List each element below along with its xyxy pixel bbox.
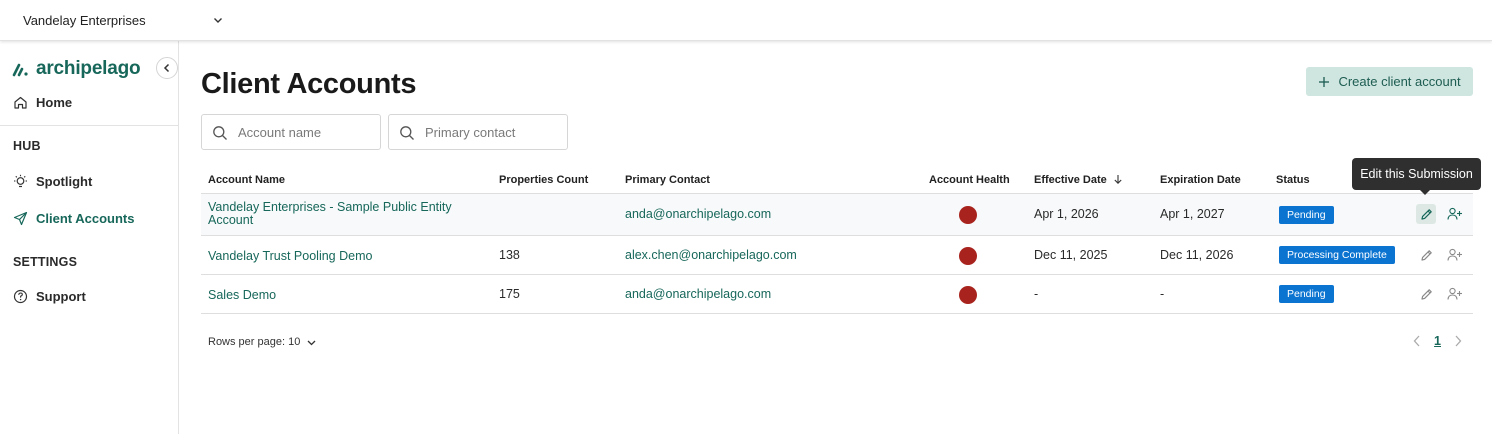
table-row[interactable]: Vandelay Trust Pooling Demo 138 alex.che…	[201, 236, 1473, 275]
add-user-icon	[1447, 207, 1462, 220]
add-user-icon	[1447, 287, 1462, 300]
primary-contact-search	[388, 114, 568, 150]
chevron-left-icon[interactable]	[1412, 334, 1422, 348]
column-header-account-health[interactable]: Account Health	[929, 174, 1010, 186]
column-header-status[interactable]: Status	[1276, 174, 1310, 186]
chevron-left-icon	[163, 63, 170, 73]
effective-date: -	[1034, 287, 1039, 301]
collapse-sidebar-button[interactable]	[156, 57, 178, 79]
edit-submission-button[interactable]	[1416, 245, 1436, 265]
sidebar-section-hub: HUB	[13, 139, 41, 153]
expiration-date: -	[1160, 287, 1165, 301]
send-icon	[13, 211, 28, 226]
account-name-link[interactable]: Vandelay Enterprises - Sample Public Ent…	[208, 201, 452, 227]
rows-per-page-label: Rows per page: 10	[208, 336, 301, 348]
organization-name: Vandelay Enterprises	[23, 12, 146, 28]
sidebar-divider	[0, 125, 178, 126]
table-header: Account Name Properties Count Primary Co…	[201, 166, 1473, 194]
expiration-date: Apr 1, 2027	[1160, 207, 1225, 221]
pencil-icon	[1420, 288, 1432, 300]
archipelago-logo[interactable]: archipelago	[12, 58, 141, 80]
pencil-icon	[1420, 249, 1432, 261]
sidebar-item-label: Support	[36, 289, 86, 304]
pencil-icon	[1420, 208, 1432, 220]
account-health-indicator	[959, 286, 977, 304]
add-user-button[interactable]	[1445, 245, 1465, 265]
sidebar: archipelago Home HUB Spotlight Client Ac	[0, 41, 179, 434]
create-button-label: Create client account	[1338, 74, 1461, 89]
account-name-input[interactable]	[238, 124, 380, 140]
column-header-effective-date[interactable]: Effective Date	[1034, 174, 1123, 186]
sidebar-item-label: Spotlight	[36, 174, 93, 189]
sidebar-item-support[interactable]: Support	[13, 289, 86, 304]
status-badge: Pending	[1279, 285, 1334, 303]
column-header-label: Effective Date	[1034, 174, 1107, 186]
main-content: Client Accounts Create client account Ac…	[180, 41, 1492, 434]
account-name-search	[201, 114, 381, 150]
account-name-link[interactable]: Sales Demo	[208, 288, 276, 302]
add-user-button[interactable]	[1445, 204, 1465, 224]
page-title: Client Accounts	[201, 68, 417, 100]
expiration-date: Dec 11, 2026	[1160, 248, 1234, 262]
table-row[interactable]: Vandelay Enterprises - Sample Public Ent…	[201, 194, 1473, 236]
chevron-down-icon	[214, 18, 222, 23]
column-header-properties-count[interactable]: Properties Count	[499, 174, 588, 186]
add-user-button[interactable]	[1445, 284, 1465, 304]
page-number[interactable]: 1	[1434, 334, 1441, 348]
primary-contact-link[interactable]: anda@onarchipelago.com	[625, 287, 771, 301]
column-header-expiration-date[interactable]: Expiration Date	[1160, 174, 1241, 186]
help-circle-icon	[13, 289, 28, 304]
properties-count: 138	[499, 248, 520, 262]
sidebar-item-client-accounts[interactable]: Client Accounts	[13, 211, 134, 226]
status-badge: Processing Complete	[1279, 246, 1395, 264]
search-icon	[400, 126, 414, 140]
sidebar-item-home[interactable]: Home	[13, 95, 72, 110]
primary-contact-input[interactable]	[425, 124, 567, 140]
search-icon	[213, 126, 227, 140]
chevron-down-icon	[307, 340, 316, 345]
home-icon	[14, 96, 27, 109]
table-footer: Rows per page: 10 1	[201, 331, 1473, 355]
sort-arrow-down-icon	[1114, 175, 1122, 184]
top-bar: Vandelay Enterprises	[0, 0, 1492, 41]
pagination: 1	[1412, 334, 1463, 348]
account-health-indicator	[959, 206, 977, 224]
edit-submission-button[interactable]	[1416, 204, 1436, 224]
edit-submission-button[interactable]	[1416, 284, 1436, 304]
account-health-indicator	[959, 247, 977, 265]
chevron-right-icon[interactable]	[1453, 334, 1463, 348]
lightbulb-icon	[14, 174, 27, 188]
primary-contact-link[interactable]: alex.chen@onarchipelago.com	[625, 248, 797, 262]
status-badge: Pending	[1279, 206, 1334, 224]
account-name-line: Account	[208, 213, 254, 227]
properties-count: 175	[499, 287, 520, 301]
create-client-account-button[interactable]: Create client account	[1306, 67, 1473, 96]
effective-date: Dec 11, 2025	[1034, 248, 1108, 262]
edit-submission-tooltip: Edit this Submission	[1352, 158, 1481, 195]
organization-selector[interactable]: Vandelay Enterprises	[8, 4, 236, 36]
add-user-icon	[1447, 248, 1462, 261]
column-header-account-name[interactable]: Account Name	[208, 174, 285, 186]
sidebar-item-label: Client Accounts	[36, 211, 135, 226]
sidebar-item-label: Home	[36, 95, 73, 110]
rows-per-page-select[interactable]: Rows per page: 10	[208, 336, 317, 348]
plus-icon	[1319, 76, 1330, 87]
account-name-link[interactable]: Vandelay Trust Pooling Demo	[208, 249, 372, 263]
client-accounts-table: Account Name Properties Count Primary Co…	[201, 166, 1473, 314]
logo-text: archipelago	[36, 58, 141, 79]
column-header-primary-contact[interactable]: Primary Contact	[625, 174, 710, 186]
effective-date: Apr 1, 2026	[1034, 207, 1099, 221]
primary-contact-link[interactable]: anda@onarchipelago.com	[625, 207, 771, 221]
table-row[interactable]: Sales Demo 175 anda@onarchipelago.com - …	[201, 275, 1473, 314]
logo-mark-icon	[12, 63, 28, 77]
sidebar-section-settings: SETTINGS	[13, 255, 78, 269]
sidebar-item-spotlight[interactable]: Spotlight	[13, 174, 92, 189]
